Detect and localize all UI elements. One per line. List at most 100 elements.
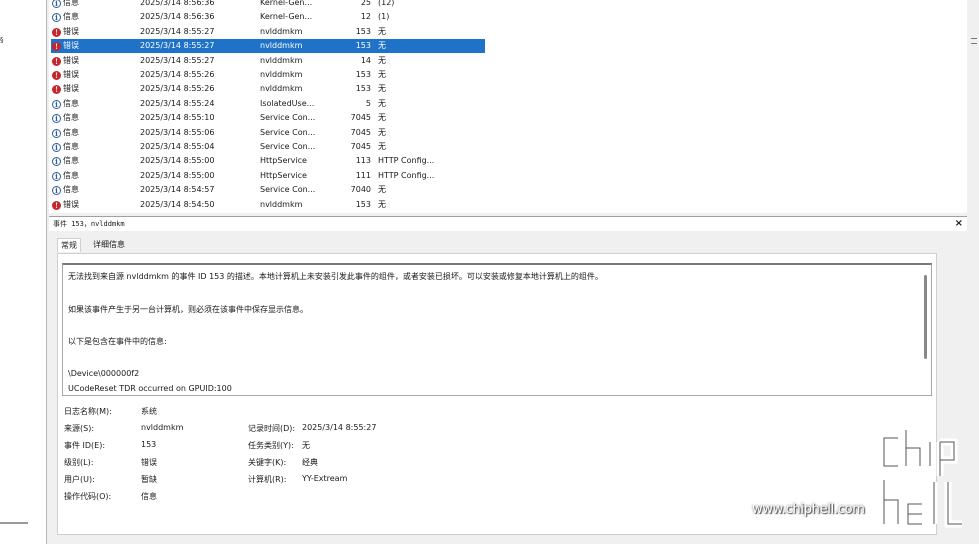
logged-value: 2025/3/14 8:55:27: [302, 423, 377, 432]
event-id-cell: 153: [355, 199, 371, 209]
datetime-cell: 2025/3/14 8:55:26: [140, 70, 215, 79]
horizontal-scrollbar[interactable]: [0, 522, 28, 524]
datetime-cell: 2025/3/14 8:55:04: [140, 142, 215, 151]
info-icon: i: [52, 143, 61, 152]
event-row[interactable]: i 信息 2025/3/14 8:56:36 Kernel-Gen... 12 (1): [51, 10, 485, 24]
source-cell: HttpService: [260, 156, 307, 166]
level-cell: i 信息: [52, 169, 112, 183]
error-icon: !: [52, 56, 61, 66]
task-cell: 无: [378, 113, 386, 123]
event-row[interactable]: i 信息 2025/3/14 8:55:06 Service Con... 7045 无: [51, 126, 485, 140]
error-icon: !: [52, 200, 61, 210]
source-label: 来源(S):: [64, 424, 95, 433]
event-id-cell: 7045: [350, 113, 371, 123]
event-row[interactable]: i 信息 2025/3/14 8:55:00 HttpService 111 HTTP C…: [51, 169, 485, 183]
general-panel: 无法找到来自源 nvlddmkm 的事件 ID 153 的描述。本地计算机上未安…: [57, 253, 937, 535]
computer-label: 计算机(R):: [248, 475, 287, 484]
description-line: UCodeReset TDR occurred on GPUID:100: [68, 384, 232, 393]
event-id-cell: 153: [355, 26, 371, 36]
task-cell: HTTP Config...: [378, 156, 435, 166]
event-row[interactable]: i 信息 2025/3/14 8:55:24 IsolatedUse... 5 无: [51, 97, 485, 111]
event-id-cell: 7045: [350, 142, 371, 151]
task-cell: 无: [378, 70, 386, 79]
keywords-value: 经典: [302, 458, 318, 467]
event-detail-header: 事件 153，nvlddmkm ×: [49, 216, 967, 232]
event-row[interactable]: i 信息 2025/3/14 8:54:57 Service Con... 7040 无: [51, 183, 485, 197]
source-cell: nvlddmkm: [260, 41, 303, 51]
event-row[interactable]: i 信息 2025/3/14 8:55:04 Service Con... 7045 无: [51, 140, 485, 154]
description-line: \Device\000000f2: [68, 369, 140, 378]
error-icon: !: [52, 27, 61, 37]
event-description-box[interactable]: 无法找到来自源 nvlddmkm 的事件 ID 153 的描述。本地计算机上未安…: [62, 263, 932, 396]
source-cell: nvlddmkm: [260, 84, 303, 94]
event-id-value: 153: [141, 440, 157, 449]
source-cell: nvlddmkm: [260, 199, 303, 209]
info-icon: i: [52, 0, 61, 8]
event-id-cell: 5: [365, 98, 371, 108]
source-cell: Service Con...: [260, 185, 316, 195]
event-id-cell: 7040: [350, 185, 371, 195]
level-text: 信息: [63, 127, 79, 137]
datetime-cell: 2025/3/14 8:55:10: [140, 113, 215, 123]
event-row[interactable]: ! 错误 2025/3/14 8:55:27 nvlddmkm 153 无: [51, 39, 485, 54]
level-text: 错误: [63, 41, 79, 51]
level-cell: i 信息: [52, 140, 112, 154]
description-line: 以下是包含在事件中的信息:: [68, 337, 167, 346]
datetime-cell: 2025/3/14 8:56:36: [140, 12, 215, 22]
tree-fragment: §: [0, 36, 4, 44]
level-cell: ! 错误: [52, 198, 112, 212]
datetime-cell: 2025/3/14 8:55:27: [140, 41, 215, 51]
tab-general[interactable]: 常规: [57, 238, 81, 252]
level-cell: ! 错误: [52, 82, 112, 96]
task-cell: 无: [378, 185, 386, 195]
event-row[interactable]: i 信息 2025/3/14 8:55:10 Service Con... 7045 无: [51, 111, 485, 125]
user-label: 用户(U):: [64, 475, 95, 484]
datetime-cell: 2025/3/14 8:55:27: [140, 26, 215, 36]
event-row[interactable]: i 信息 2025/3/14 8:56:36 Kernel-Gen... 25 (12): [51, 0, 485, 10]
event-id-cell: 153: [355, 70, 371, 79]
description-line: 无法找到来自源 nvlddmkm 的事件 ID 153 的描述。本地计算机上未安…: [68, 272, 603, 281]
datetime-cell: 2025/3/14 8:55:00: [140, 170, 215, 180]
description-scrollbar[interactable]: [924, 275, 927, 359]
datetime-cell: 2025/3/14 8:56:36: [140, 0, 215, 7]
event-id-cell: 153: [355, 84, 371, 94]
event-detail-body: 常规 详细信息 无法找到来自源 nvlddmkm 的事件 ID 153 的描述。…: [49, 231, 967, 544]
level-text: 错误: [63, 26, 79, 36]
event-id-cell: 153: [355, 41, 371, 51]
source-cell: nvlddmkm: [260, 55, 303, 65]
event-row[interactable]: ! 错误 2025/3/14 8:55:26 nvlddmkm 153 无: [51, 82, 485, 96]
event-id-cell: 111: [355, 170, 371, 180]
event-row[interactable]: ! 错误 2025/3/14 8:55:27 nvlddmkm 14 无: [51, 54, 485, 68]
event-row[interactable]: ! 错误 2025/3/14 8:55:27 nvlddmkm 153 无: [51, 25, 485, 39]
level-text: 信息: [63, 156, 79, 166]
datetime-cell: 2025/3/14 8:55:27: [140, 55, 215, 65]
opcode-value: 信息: [141, 492, 157, 501]
event-row[interactable]: ! 错误 2025/3/14 8:55:26 nvlddmkm 153 无: [51, 68, 485, 82]
watermark-text: www.chiphell.com: [752, 502, 865, 517]
level-text: 信息: [63, 170, 79, 180]
info-icon: i: [52, 171, 61, 181]
logged-label: 记录时间(D):: [248, 424, 296, 433]
level-cell: ! 错误: [52, 54, 112, 68]
task-cell: 无: [378, 41, 386, 51]
source-value: nvlddmkm: [141, 423, 184, 432]
info-icon: i: [52, 99, 61, 109]
tab-details[interactable]: 详细信息: [90, 238, 128, 251]
event-id-label: 事件 ID(E):: [64, 441, 106, 450]
level-text: 信息: [63, 0, 79, 7]
datetime-cell: 2025/3/14 8:54:57: [140, 185, 215, 195]
scroll-mark: [971, 38, 977, 44]
event-id-cell: 7045: [350, 127, 371, 137]
log-name-label: 日志名称(M):: [64, 407, 112, 416]
event-row[interactable]: i 信息 2025/3/14 8:55:00 HttpService 113 HTTP C…: [51, 154, 485, 168]
task-label: 任务类别(Y):: [248, 441, 294, 450]
close-icon[interactable]: ×: [955, 218, 963, 229]
task-cell: HTTP Config...: [378, 170, 435, 180]
event-row[interactable]: ! 错误 2025/3/14 8:54:50 nvlddmkm 153 无: [51, 198, 485, 212]
console-tree-pane: §: [0, 0, 47, 544]
info-icon: i: [52, 186, 61, 196]
level-text: 错误: [63, 70, 79, 79]
task-value: 无: [302, 441, 310, 450]
task-cell: (12): [378, 0, 395, 7]
level-cell: i 信息: [52, 0, 112, 10]
